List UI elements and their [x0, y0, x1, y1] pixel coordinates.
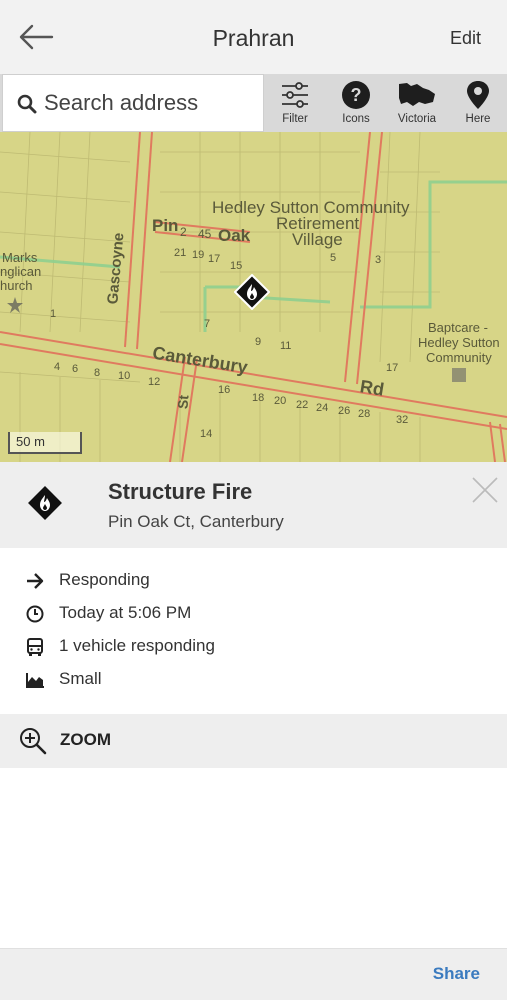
map-number: 9: [255, 336, 262, 348]
victoria-button[interactable]: Victoria: [387, 74, 447, 132]
map-label-community2: Community: [426, 350, 492, 365]
map-label-church: hurch: [0, 278, 33, 293]
arrow-right-icon: [27, 573, 44, 589]
svg-text:?: ?: [351, 85, 362, 105]
map-number: 19: [192, 249, 205, 261]
map-number: 8: [94, 367, 101, 379]
incident-location: Pin Oak Ct, Canterbury: [108, 512, 284, 531]
vehicles-text: 1 vehicle responding: [59, 636, 215, 655]
map-number: 6: [72, 363, 79, 375]
map-number: 45: [198, 227, 212, 241]
map-label-village: Village: [292, 230, 343, 249]
detail-vehicles: 1 vehicle responding: [0, 633, 507, 663]
map-number: 7: [204, 318, 211, 330]
map-number: 32: [396, 414, 409, 426]
page-title: Prahran: [212, 25, 295, 51]
status-text: Responding: [59, 570, 150, 589]
map-number: 11: [280, 340, 292, 352]
map-label-marks: Marks: [2, 250, 38, 265]
map-number: 17: [386, 362, 399, 374]
map-number: 10: [118, 370, 131, 382]
here-button[interactable]: Here: [448, 74, 507, 132]
map-number: 2: [180, 225, 187, 239]
map-number: 14: [200, 428, 213, 440]
map-number: 1: [50, 308, 57, 320]
sliders-icon: [282, 82, 308, 108]
detail-status: Responding: [0, 567, 507, 597]
zoom-in-icon: [20, 728, 47, 755]
map-toolbar: Search address Filter ? Icons Victoria H…: [0, 74, 507, 132]
question-circle-icon: ?: [342, 81, 370, 109]
map-number: 24: [316, 402, 329, 414]
search-icon: [17, 94, 37, 114]
map-label-hedley: Hedley Sutton: [418, 335, 500, 350]
search-input[interactable]: Search address: [2, 74, 264, 132]
incident-title: Structure Fire: [108, 479, 253, 504]
location-pin-icon: [467, 81, 489, 109]
map-label-oak: Oak: [218, 226, 251, 245]
close-button[interactable]: [471, 476, 499, 504]
bus-icon: [27, 638, 43, 656]
map-number: 22: [296, 399, 309, 411]
zoom-button[interactable]: ZOOM: [0, 714, 507, 768]
filter-button[interactable]: Filter: [265, 74, 325, 132]
search-placeholder: Search address: [44, 90, 199, 115]
zoom-label: ZOOM: [60, 730, 111, 749]
map-number: 17: [208, 253, 221, 265]
map-scale: 50 m: [8, 432, 82, 454]
map-number: 28: [358, 408, 371, 420]
fire-marker-icon[interactable]: [234, 274, 270, 310]
time-text: Today at 5:06 PM: [59, 603, 192, 622]
map-label-anglican: nglican: [0, 264, 42, 279]
map-number: 4: [54, 361, 61, 373]
map-label-baptcare: Baptcare -: [428, 320, 488, 335]
share-button[interactable]: Share: [433, 964, 480, 984]
here-label: Here: [465, 113, 491, 125]
map-number: 16: [218, 384, 231, 396]
icons-button[interactable]: ? Icons: [326, 74, 386, 132]
footer-bar: Share: [0, 948, 507, 1000]
app-header: Prahran Edit: [0, 0, 507, 75]
detail-size: Small: [0, 666, 507, 696]
clock-icon: [26, 605, 44, 623]
incident-header: [0, 462, 507, 548]
map-label-st: St: [174, 394, 192, 410]
map-number: 26: [338, 405, 351, 417]
detail-time: Today at 5:06 PM: [0, 600, 507, 630]
map-number: 3: [375, 254, 382, 266]
map-number: 15: [230, 260, 243, 272]
edit-button[interactable]: Edit: [450, 28, 481, 49]
map-number: 20: [274, 395, 287, 407]
map-label-rd: Rd: [358, 376, 386, 400]
size-text: Small: [59, 669, 102, 688]
map-number: 21: [174, 247, 187, 259]
map-view[interactable]: Hedley Sutton Community Retirement Villa…: [0, 132, 507, 462]
fire-diamond-icon: [28, 486, 62, 520]
map-label-pin: Pin: [152, 216, 179, 235]
area-chart-icon: [26, 673, 44, 688]
victoria-map-icon: [399, 83, 435, 106]
map-number: 12: [148, 376, 161, 388]
map-number: 18: [252, 392, 265, 404]
close-icon: [472, 477, 498, 503]
map-number: 5: [330, 252, 337, 264]
